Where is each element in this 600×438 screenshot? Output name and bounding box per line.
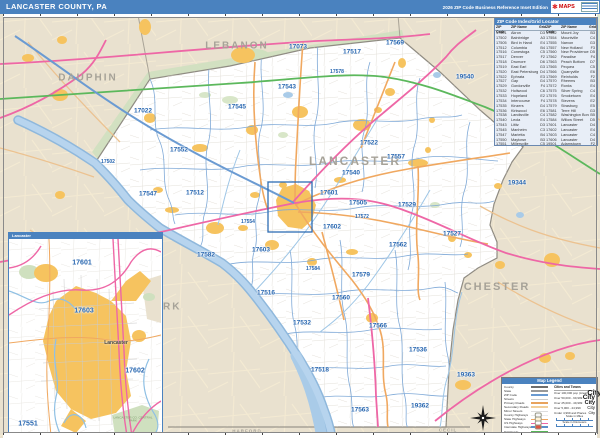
column-header: ZIP Name: [561, 25, 577, 29]
zip-index-table: ZIP Code Index/Grid Locator ZIP Code ZIP …: [494, 17, 598, 146]
legend-line-swatch: [531, 398, 548, 400]
logo-info-box: [581, 2, 598, 12]
logo-text: MAPS: [558, 4, 575, 10]
logo-globe-icon: ✱: [552, 3, 558, 11]
legend-line-swatch: [531, 394, 548, 396]
legend-line-swatch: [531, 386, 548, 389]
publisher-logo: ✱ MAPS: [551, 1, 599, 13]
legend-scale-bars: Scale in Miles Scale in Kilometers: [554, 415, 595, 427]
map-document: LANCASTER COUNTY, PA 2026 ZIP Code Busin…: [0, 0, 600, 438]
city-class-sample: City: [588, 410, 595, 415]
legend-line-swatch: [531, 406, 548, 409]
column-header: ZIP Name: [511, 25, 527, 29]
legend-line-symbols: County State ZIP Code Streets Primary Roads S…: [504, 385, 551, 434]
map-legend: Map Legend County State ZIP Code Streets Pri…: [501, 377, 600, 434]
legend-line-swatch: [531, 390, 548, 392]
city-class-sample: City: [587, 404, 595, 410]
scale-bar-row: Scale in Kilometers: [554, 421, 595, 427]
top-grid-ruler: [3, 14, 597, 18]
column-header: Grid: [539, 25, 547, 29]
column-header: ZIP Code: [546, 25, 555, 34]
scale-bar: [556, 423, 593, 427]
edition-label: 2026 ZIP Code Business Reference Inset E…: [442, 4, 548, 10]
table-cell: C5: [540, 142, 545, 147]
compass-rose-icon: [470, 405, 496, 431]
inset-map: Lancaster: [8, 232, 163, 437]
table-cell: Adamstown: [561, 142, 581, 147]
table-cell: Millersville: [511, 142, 529, 147]
table-cell: 17551: [496, 142, 507, 147]
city-class-label: Over 5,000 - 24,999: [554, 405, 581, 410]
table-row: 17551 Millersville C5 19501 Adamstown F2: [496, 142, 596, 147]
zip-table-body: 17501 Akron D3 17552 Mount Joy B3 17502 Bainbri…: [495, 31, 597, 147]
column-header: ZIP Code: [496, 25, 505, 34]
city-class-label: Over 50,000 - 99,999: [554, 395, 583, 400]
inset-map-svg: [9, 239, 161, 436]
table-cell: 19501: [546, 142, 557, 147]
legend-city-row: Over 5,000 - 24,999 City: [554, 405, 595, 410]
map-title: LANCASTER COUNTY, PA: [6, 2, 108, 11]
map-canvas: DAUPHIN LEBANON LANCASTER CHESTER YORK HARFOR…: [0, 0, 600, 438]
legend-city-classes: Over 100,000 pop (Area) City Over 50,000 -…: [554, 389, 600, 415]
title-bar: LANCASTER COUNTY, PA 2026 ZIP Code Busin…: [0, 0, 600, 14]
table-cell: F2: [590, 142, 595, 147]
city-class-label: Over 25,000 - 49,999: [554, 400, 583, 405]
legend-line-swatch: [531, 402, 548, 404]
bottom-grid-ruler: [3, 432, 597, 438]
legend-line-swatch: [531, 410, 548, 412]
zip-table-header: ZIP Code Index/Grid Locator: [495, 18, 597, 25]
column-header: Grid: [589, 25, 597, 29]
